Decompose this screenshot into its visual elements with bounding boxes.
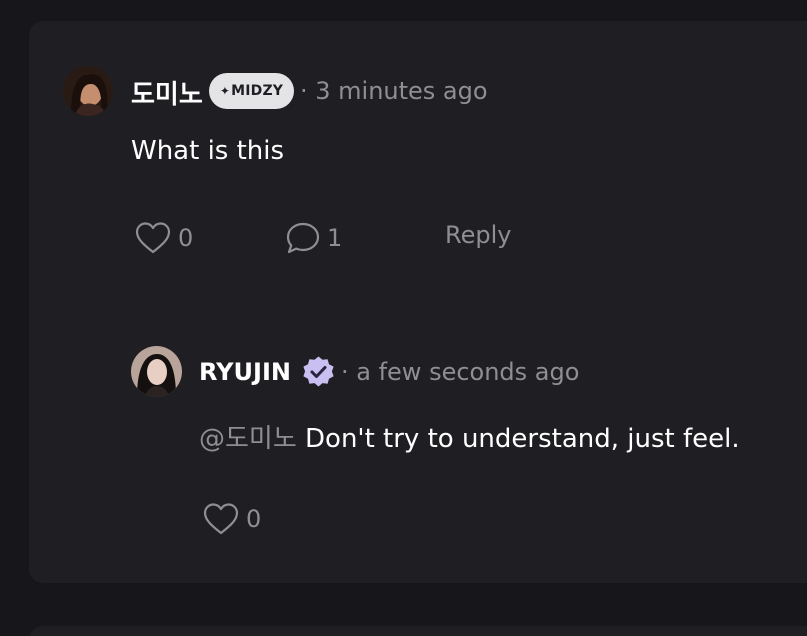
badge-label: MIDZY (231, 83, 284, 99)
reply-text: @도미노 Don't try to understand, just feel. (199, 418, 740, 455)
reply-count: 1 (327, 224, 343, 252)
verified-badge-icon (301, 355, 336, 394)
heart-icon (134, 221, 172, 255)
sparkle-icon: ✦ (219, 84, 231, 98)
like-button[interactable]: 0 (202, 502, 261, 536)
reply-button[interactable]: Reply (445, 221, 511, 249)
next-comment-card (29, 626, 807, 636)
reply-message: Don't try to understand, just feel. (296, 424, 740, 454)
avatar[interactable] (63, 66, 113, 116)
like-count: 0 (246, 505, 262, 533)
comment-timestamp: · 3 minutes ago (300, 77, 488, 105)
comment-text: What is this (131, 136, 285, 166)
midzy-badge: ✦ MIDZY (209, 73, 294, 109)
reply-timestamp: · a few seconds ago (341, 358, 580, 386)
comment-author[interactable]: 도미노 (131, 74, 203, 111)
reply-count-button[interactable]: 1 (285, 221, 342, 255)
page: 도미노 ✦ MIDZY · 3 minutes ago What is this… (0, 0, 807, 636)
chat-bubble-icon (285, 221, 321, 255)
avatar[interactable] (131, 346, 182, 397)
mention-link[interactable]: @도미노 (199, 424, 297, 454)
reply-author[interactable]: RYUJIN (199, 358, 291, 386)
heart-icon (202, 502, 240, 536)
like-button[interactable]: 0 (134, 221, 193, 255)
like-count: 0 (178, 224, 194, 252)
